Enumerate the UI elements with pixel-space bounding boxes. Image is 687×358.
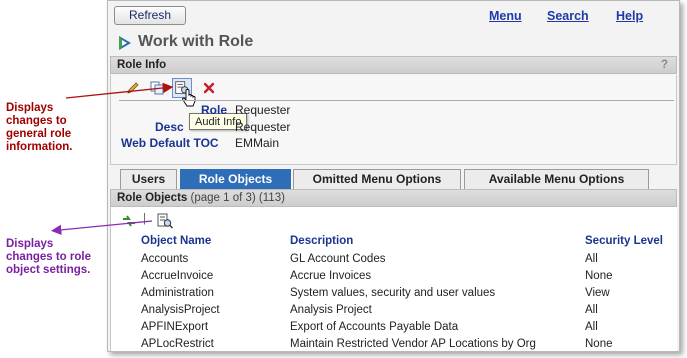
role-objects-body: | Object Name Description Security Level… [110, 207, 677, 351]
object-description: Analysis Project [290, 304, 372, 316]
column-description[interactable]: Description [290, 235, 353, 247]
role-objects-header: Role Objects (page 1 of 3) (113) [110, 189, 677, 207]
hand-cursor-icon [182, 89, 196, 107]
web-default-toc-label: Web Default TOC [121, 136, 219, 150]
desc-value: Requester [235, 120, 291, 134]
role-info-title: Role Info [117, 59, 167, 71]
object-name: APFINExport [141, 321, 209, 333]
object-name: Accounts [141, 253, 189, 265]
role-info-help-icon[interactable]: ? [661, 57, 668, 73]
app-logo-icon [119, 36, 131, 50]
audit-icon[interactable] [156, 212, 174, 230]
help-link[interactable]: Help [616, 9, 643, 23]
toolbar-divider [119, 100, 674, 101]
delete-icon[interactable] [201, 80, 217, 96]
tab-omitted-menu-options[interactable]: Omitted Menu Options [293, 169, 461, 189]
security-level: All [585, 304, 598, 316]
column-object-name[interactable]: Object Name [141, 235, 211, 247]
role-value: Requester [235, 103, 291, 117]
note-general-changes: Displays changes to general role informa… [6, 102, 73, 153]
role-window: Refresh Menu Search Help Work with Role … [107, 0, 680, 352]
desc-label: Desc [155, 120, 184, 134]
role-objects-page-info: (page 1 of 3) (113) [190, 192, 285, 204]
top-bar: Refresh Menu Search Help [108, 1, 679, 29]
role-objects-title: Role Objects [117, 192, 188, 204]
object-description: GL Account Codes [290, 253, 386, 265]
tab-role-objects[interactable]: Role Objects [180, 169, 291, 189]
edit-icon[interactable] [125, 80, 141, 96]
object-name: Administration [141, 287, 214, 299]
column-security-level[interactable]: Security Level [585, 235, 663, 247]
object-description: System values, security and user values [290, 287, 496, 299]
role-info-header: Role Info ? [110, 56, 677, 74]
role-label: Role [201, 103, 228, 117]
page-title: Work with Role [138, 33, 254, 50]
object-name: AnalysisProject [141, 304, 220, 316]
role-info-body: Audit Info Role Requester Desc Requester… [110, 75, 677, 165]
tab-available-menu-options[interactable]: Available Menu Options [464, 169, 649, 189]
security-level: None [585, 270, 613, 282]
object-name: AccrueInvoice [141, 270, 214, 282]
menu-link[interactable]: Menu [489, 9, 522, 23]
tab-users[interactable]: Users [120, 169, 177, 189]
object-description: Maintain Restricted Vendor AP Locations … [290, 338, 536, 350]
note-object-changes: Displays changes to role object settings… [6, 238, 91, 276]
refresh-button[interactable]: Refresh [114, 6, 186, 25]
object-description: Export of Accounts Payable Data [290, 321, 459, 333]
object-name: APLocRestrict [141, 338, 214, 350]
security-level: All [585, 321, 598, 333]
object-description: Accrue Invoices [290, 270, 372, 282]
web-default-toc-value: EMMain [235, 136, 280, 150]
search-link[interactable]: Search [547, 9, 589, 23]
toolbar-separator: | [143, 213, 146, 225]
security-level: None [585, 338, 613, 350]
refresh-arrows-icon[interactable] [121, 213, 137, 229]
security-level: View [585, 287, 610, 299]
copy-icon[interactable] [149, 80, 165, 96]
security-level: All [585, 253, 598, 265]
